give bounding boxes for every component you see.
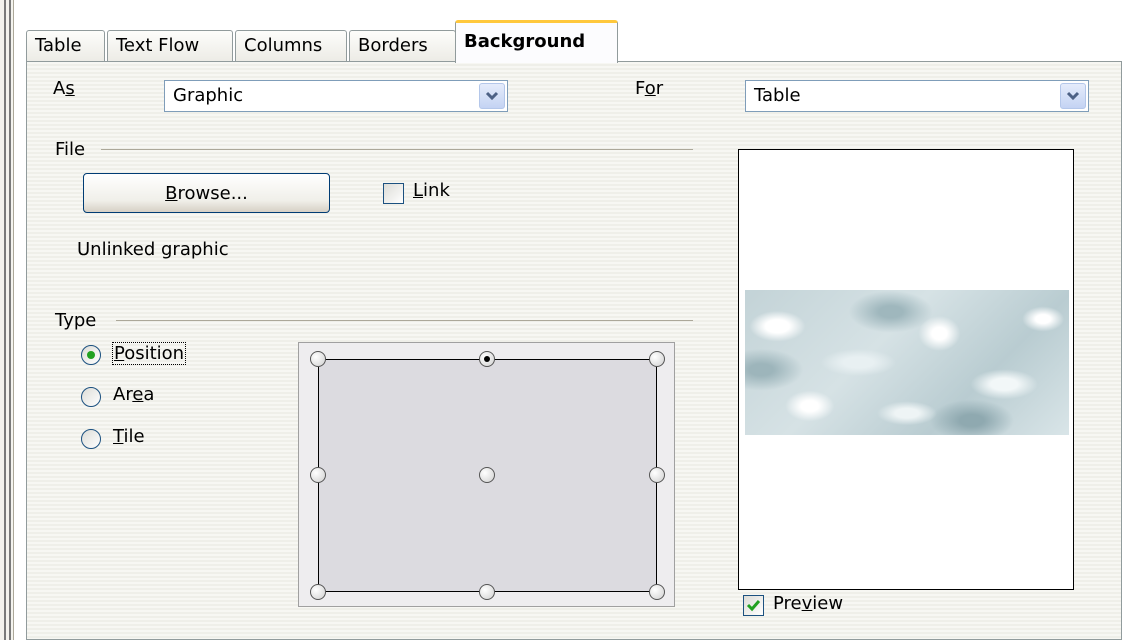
preview-checkbox[interactable] — [743, 595, 764, 616]
position-bottom-right[interactable] — [649, 584, 665, 600]
tab-table[interactable]: Table — [26, 30, 105, 62]
tab-background[interactable]: Background — [455, 20, 618, 63]
preview-pane — [738, 149, 1074, 590]
preview-label[interactable]: Preview — [773, 593, 843, 614]
as-dropdown[interactable]: Graphic — [164, 80, 508, 112]
graphic-link-status: Unlinked graphic — [77, 239, 229, 260]
file-group-divider — [101, 149, 693, 150]
position-middle-left[interactable] — [310, 467, 326, 483]
type-area-radio[interactable] — [81, 387, 101, 407]
type-position-label[interactable]: Position — [112, 342, 187, 365]
link-label[interactable]: Link — [413, 180, 450, 201]
background-panel: As Graphic For Table File Browse... Link… — [26, 61, 1122, 640]
browse-button[interactable]: Browse... — [83, 173, 330, 213]
chevron-down-icon[interactable] — [1060, 83, 1086, 109]
preview-graphic-image — [745, 290, 1069, 435]
for-dropdown-value: Table — [754, 85, 801, 106]
tab-text-flow[interactable]: Text Flow — [107, 30, 233, 62]
checkmark-icon — [746, 600, 761, 612]
position-bottom-center[interactable] — [479, 584, 495, 600]
tab-borders[interactable]: Borders — [349, 30, 456, 62]
chevron-down-icon[interactable] — [479, 83, 505, 109]
type-tile-radio[interactable] — [81, 429, 101, 449]
position-top-center[interactable] — [479, 351, 495, 367]
file-group-label: File — [55, 139, 86, 160]
position-selector — [298, 342, 675, 607]
as-label: As — [53, 78, 75, 99]
as-dropdown-value: Graphic — [173, 85, 244, 106]
type-position-radio[interactable] — [81, 345, 101, 365]
type-group-divider — [116, 320, 693, 321]
position-top-right[interactable] — [649, 351, 665, 367]
type-area-label[interactable]: Area — [113, 384, 154, 405]
tab-columns[interactable]: Columns — [235, 30, 347, 62]
link-checkbox[interactable] — [383, 183, 404, 204]
position-bottom-left[interactable] — [310, 584, 326, 600]
for-dropdown[interactable]: Table — [745, 80, 1089, 112]
for-label: For — [635, 78, 664, 99]
type-tile-label[interactable]: Tile — [113, 426, 145, 447]
position-center[interactable] — [479, 467, 495, 483]
position-top-left[interactable] — [310, 351, 326, 367]
window-left-edge — [0, 0, 14, 640]
type-group-label: Type — [55, 310, 97, 331]
position-middle-right[interactable] — [649, 467, 665, 483]
